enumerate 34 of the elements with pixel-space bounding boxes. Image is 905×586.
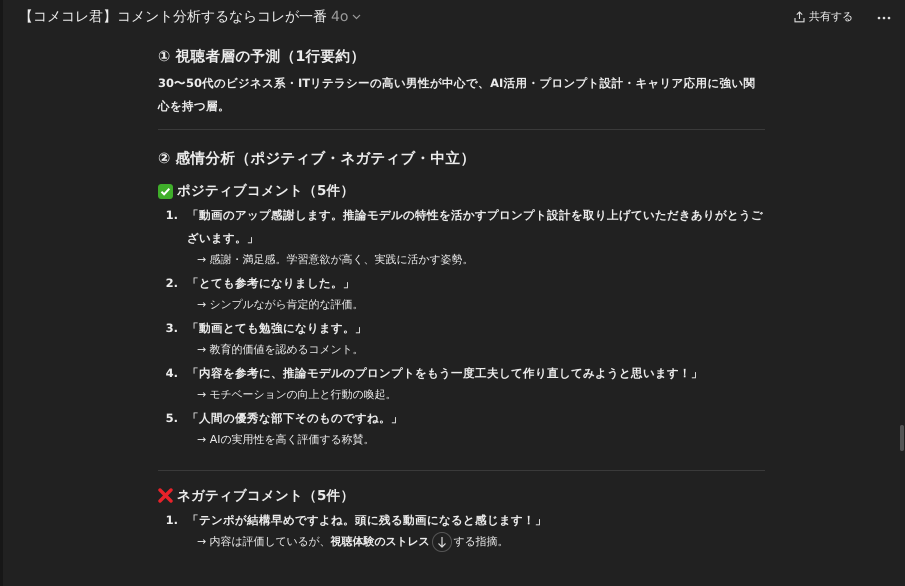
section-heading: ① 視聴者層の予測（1行要約）	[158, 48, 366, 67]
list-number: 1.	[164, 207, 178, 224]
comment-note: → シンプルながら肯定的な評価。	[196, 297, 364, 313]
model-selector[interactable]: 4o	[331, 6, 362, 28]
list-number: 5.	[164, 410, 178, 426]
comment-quote: 「テンポが結構早めですよね。頭に残る動画になると感じます！」	[187, 512, 547, 528]
caret-icon	[352, 14, 362, 20]
comment-quote: 「とても参考になりました。」	[187, 274, 356, 292]
list-number: 2.	[164, 274, 178, 292]
comment-note: → 感謝・満足感。学習意欲が高く、実践に活かす姿勢。	[196, 252, 474, 268]
comment-note: → AIの実用性を高く評価する称賛。	[196, 432, 374, 448]
chat-title: 【コメコレ君】コメント分析するならコレが一番	[19, 8, 327, 26]
scrollbar[interactable]	[900, 425, 904, 451]
check-icon	[158, 184, 173, 198]
comment-note: する指摘。	[454, 534, 509, 550]
arrow-down-icon	[436, 536, 447, 548]
section-heading: ② 感情分析（ポジティブ・ネガティブ・中立）	[158, 149, 476, 169]
scroll-down-button[interactable]	[432, 532, 452, 552]
group-title: ポジティブコメント（5件）	[177, 182, 354, 201]
comment-quote: 「動画とても勉強になります。」	[187, 320, 367, 336]
comment-note: → 内容は評価しているが、視聴体験のストレス	[196, 534, 430, 550]
list-number: 1.	[164, 512, 178, 528]
share-icon	[794, 11, 805, 23]
comment-note: → モチベーションの向上と行動の喚起。	[196, 387, 397, 403]
cross-icon	[158, 488, 173, 503]
comment-quote: 「内容を参考に、推論モデルのプロンプトをもう一度工夫して作り直してみようと思います！」	[187, 364, 703, 382]
comment-note: → 教育的価値を認めるコメント。	[196, 342, 364, 358]
summary-text: 30〜50代のビジネス系・ITリテラシーの高い男性が中心で、AI活用・プロンプト設計・キャリア応用に強い関心を持つ層。	[158, 75, 756, 115]
list-number: 3.	[164, 320, 178, 336]
comment-quote: 「人間の優秀な部下そのものですね。」	[187, 410, 403, 426]
group-title: ネガティブコメント（5件）	[177, 486, 354, 506]
share-button[interactable]: 共有する	[794, 8, 853, 26]
list-number: 4.	[164, 364, 178, 382]
comment-quote: 「動画のアップ感謝します。推論モデルの特性を活かすプロンプト設計を取り上げていただきありがとうございます。」	[187, 207, 764, 246]
